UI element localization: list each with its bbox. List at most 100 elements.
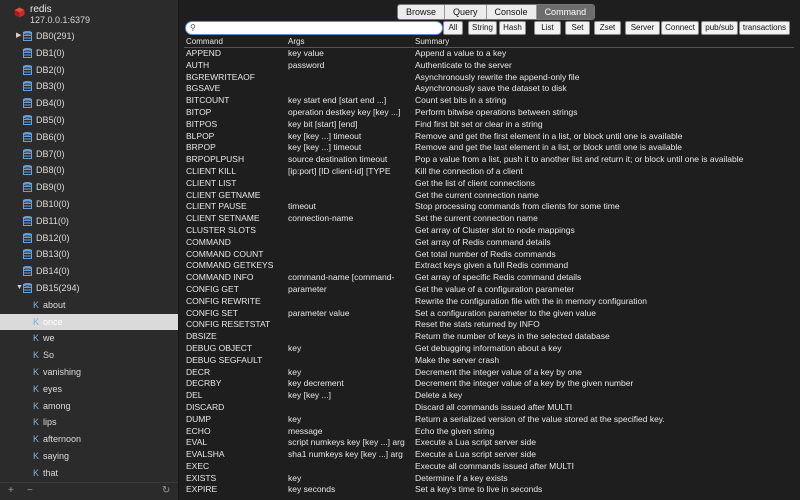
connection-item[interactable]: redis 127.0.0.1:6379 <box>0 0 178 28</box>
database-item[interactable]: ▶ DB0(291) <box>0 28 178 45</box>
key-item[interactable]: Keyes <box>0 381 178 398</box>
table-row[interactable]: CONFIG REWRITE Rewrite the configuration … <box>184 296 794 308</box>
table-row[interactable]: BITPOS key bit [start] [end] Find first bi… <box>184 119 794 131</box>
database-icon <box>23 215 32 226</box>
table-row[interactable]: DECR key Decrement the integer value of a … <box>184 367 794 379</box>
table-row[interactable]: EVAL script numkeys key [key ...] arg Exec… <box>184 437 794 449</box>
key-item[interactable]: Kabout <box>0 297 178 314</box>
add-connection-button[interactable]: + <box>8 485 14 496</box>
table-row[interactable]: COMMAND COUNT Get total number of Redis c… <box>184 249 794 261</box>
table-row[interactable]: CONFIG RESETSTAT Reset the stats returned… <box>184 319 794 331</box>
key-item[interactable]: Kafternoon <box>0 431 178 448</box>
table-row[interactable]: CLIENT PAUSE timeout Stop processing comma… <box>184 201 794 213</box>
command-cell: BRPOP <box>186 142 216 153</box>
table-row[interactable]: CLIENT GETNAME Get the current connection… <box>184 190 794 202</box>
tab-console[interactable]: Console <box>486 5 537 19</box>
filter-hash-button[interactable]: Hash <box>499 21 526 35</box>
table-row[interactable]: CLIENT SETNAME connection-name Set the cur… <box>184 213 794 225</box>
filter-set-button[interactable]: Set <box>565 21 590 35</box>
filter-string-button[interactable]: String <box>468 21 497 35</box>
key-item[interactable]: Kwe <box>0 330 178 347</box>
summary-cell: Rewrite the configuration file with the … <box>415 295 647 306</box>
database-item[interactable]: ▼ DB15(294) <box>0 280 178 297</box>
command-table: Command Args Summary APPEND key value Appe… <box>184 36 794 500</box>
table-row[interactable]: DBSIZE Return the number of keys in the s… <box>184 331 794 343</box>
remove-connection-button[interactable]: − <box>27 485 33 496</box>
command-cell: CLIENT PAUSE <box>186 201 247 212</box>
table-row[interactable]: COMMAND Get array of Redis command detail… <box>184 237 794 249</box>
summary-cell: Pop a value from a list, push it to anot… <box>415 154 744 165</box>
key-item[interactable]: Ksaying <box>0 448 178 465</box>
key-item[interactable]: Klips <box>0 414 178 431</box>
table-row[interactable]: CONFIG GET parameter Get the value of a co… <box>184 284 794 296</box>
table-row[interactable]: DISCARD Discard all commands issued after… <box>184 402 794 414</box>
key-item[interactable]: Konce <box>0 313 178 331</box>
filter-list-button[interactable]: List <box>534 21 561 35</box>
table-row[interactable]: ECHO message Echo the given string <box>184 426 794 438</box>
database-item[interactable]: DB6(0) <box>0 129 178 146</box>
database-icon <box>23 249 32 260</box>
command-cell: BITCOUNT <box>186 95 230 106</box>
table-row[interactable]: CLUSTER SLOTS Get array of Cluster slot t… <box>184 225 794 237</box>
tab-query[interactable]: Query <box>445 5 487 19</box>
table-row[interactable]: DEBUG OBJECT key Get debugging information… <box>184 343 794 355</box>
database-item[interactable]: DB12(0) <box>0 230 178 247</box>
filter-server-button[interactable]: Server <box>625 21 660 35</box>
database-item[interactable]: DB9(0) <box>0 179 178 196</box>
table-row[interactable]: COMMAND INFO command-name [command- Get ar… <box>184 272 794 284</box>
database-item[interactable]: DB8(0) <box>0 162 178 179</box>
table-row[interactable]: EXEC Execute all commands issued after MU… <box>184 461 794 473</box>
column-header-summary[interactable]: Summary <box>415 36 794 47</box>
table-row[interactable]: EVALSHA sha1 numkeys key [key ...] arg Exe… <box>184 449 794 461</box>
table-row[interactable]: BITOP operation destkey key [key ...] Perf… <box>184 107 794 119</box>
search-icon: ⚲ <box>190 23 196 32</box>
table-row[interactable]: CLIENT LIST Get the list of client connec… <box>184 178 794 190</box>
database-item[interactable]: DB3(0) <box>0 78 178 95</box>
key-item[interactable]: Kvanishing <box>0 364 178 381</box>
refresh-icon[interactable]: ↻ <box>162 485 170 496</box>
database-item[interactable]: DB13(0) <box>0 246 178 263</box>
table-row[interactable]: DECRBY key decrement Decrement the integer… <box>184 378 794 390</box>
table-row[interactable]: EXPIRE key seconds Set a key's time to liv… <box>184 484 794 496</box>
table-row[interactable]: DUMP key Return a serialized version of th… <box>184 414 794 426</box>
table-row[interactable]: DEL key [key ...] Delete a key <box>184 390 794 402</box>
filter-transactions-button[interactable]: transactions <box>739 21 790 35</box>
database-item[interactable]: DB11(0) <box>0 213 178 230</box>
key-label: that <box>43 467 59 478</box>
key-item[interactable]: Kamong <box>0 398 178 415</box>
table-row[interactable]: DEBUG SEGFAULT Make the server crash <box>184 355 794 367</box>
table-row[interactable]: COMMAND GETKEYS Extract keys given a full… <box>184 260 794 272</box>
table-row[interactable]: EXISTS key Determine if a key exists <box>184 473 794 485</box>
table-row[interactable]: BRPOPLPUSH source destination timeout Pop … <box>184 154 794 166</box>
table-row[interactable]: BLPOP key [key ...] timeout Remove and get… <box>184 131 794 143</box>
table-row[interactable]: BITCOUNT key start end [start end ...] Cou… <box>184 95 794 107</box>
database-item[interactable]: DB7(0) <box>0 146 178 163</box>
key-item[interactable]: K So <box>0 347 178 364</box>
table-row[interactable]: AUTH password Authenticate to the server <box>184 60 794 72</box>
column-header-args[interactable]: Args <box>288 36 413 47</box>
search-field[interactable]: ⚲ <box>185 21 443 35</box>
database-item[interactable]: DB10(0) <box>0 196 178 213</box>
filter-zset-button[interactable]: Zset <box>594 21 621 35</box>
table-row[interactable]: CLIENT KILL [ip:port] [ID client-id] [TYP… <box>184 166 794 178</box>
column-header-command[interactable]: Command <box>186 36 286 47</box>
filter-all-button[interactable]: All <box>443 21 463 35</box>
tab-browse[interactable]: Browse <box>398 5 446 19</box>
table-row[interactable]: BGREWRITEAOF Asynchronously rewrite the a… <box>184 72 794 84</box>
database-item[interactable]: DB1(0) <box>0 45 178 62</box>
tab-command[interactable]: Command <box>536 5 595 19</box>
key-icon: K <box>33 400 40 411</box>
table-row[interactable]: BRPOP key [key ...] timeout Remove and get… <box>184 142 794 154</box>
database-item[interactable]: DB14(0) <box>0 263 178 280</box>
database-item[interactable]: DB2(0) <box>0 62 178 79</box>
table-row[interactable]: BGSAVE Asynchronously save the dataset to… <box>184 83 794 95</box>
filter-connect-button[interactable]: Connect <box>661 21 699 35</box>
database-item[interactable]: DB5(0) <box>0 112 178 129</box>
filter-pubsub-button[interactable]: pub/sub <box>701 21 738 35</box>
key-item[interactable]: Kthat <box>0 465 178 482</box>
table-row[interactable]: APPEND key value Append a value to a key <box>184 48 794 60</box>
database-item[interactable]: DB4(0) <box>0 95 178 112</box>
table-row[interactable]: CONFIG SET parameter value Set a configura… <box>184 308 794 320</box>
search-input[interactable] <box>200 22 436 34</box>
key-label: lips <box>43 417 57 428</box>
